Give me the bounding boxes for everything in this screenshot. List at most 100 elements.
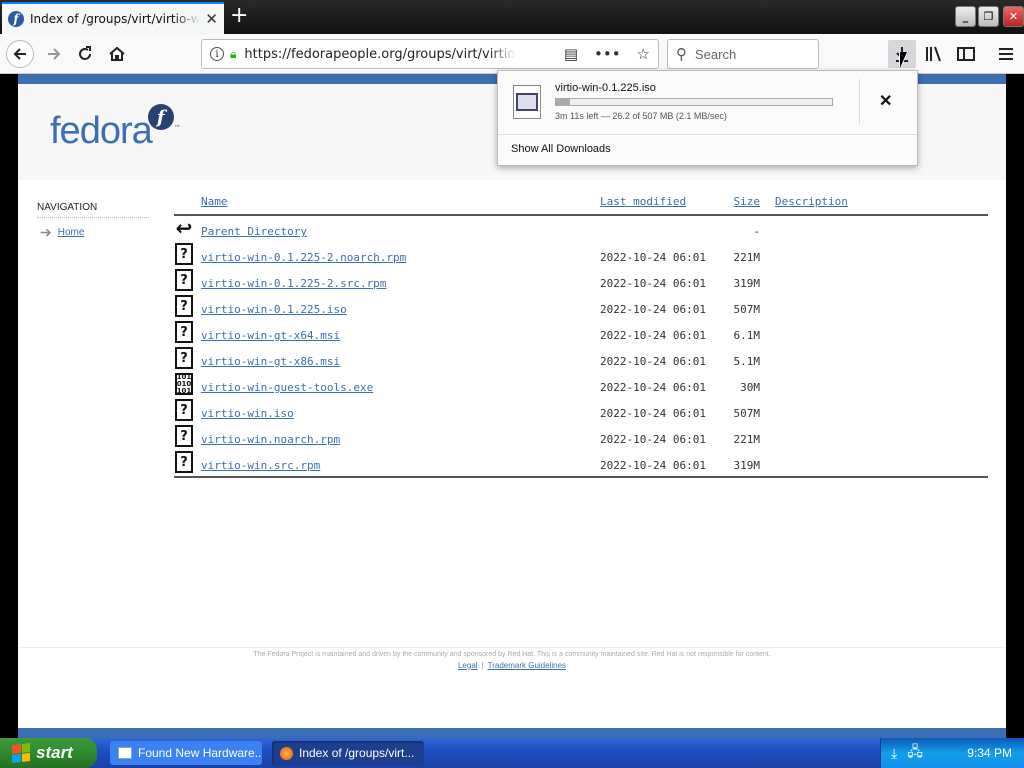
file-modified: 2022-10-24 06:01 bbox=[600, 277, 706, 290]
parent-directory-icon: ↩ bbox=[175, 216, 193, 240]
url-bar[interactable]: i 🔒︎ https://fedorapeople.org/groups/vir… bbox=[201, 39, 659, 69]
listing-header-row: Name Last modified Size Description bbox=[174, 188, 988, 216]
file-link[interactable]: virtio-win-0.1.225.iso bbox=[201, 303, 347, 316]
legal-link[interactable]: Legal bbox=[458, 661, 478, 670]
mouse-cursor-icon bbox=[900, 52, 914, 68]
restore-button[interactable]: ❐ bbox=[978, 6, 999, 27]
unknown-file-icon: ? bbox=[175, 295, 193, 317]
minimize-button[interactable]: _ bbox=[955, 6, 976, 27]
fedora-logo[interactable]: fedora f ™ bbox=[50, 104, 181, 153]
taskbar-item-label: Index of /groups/virt... bbox=[299, 746, 415, 760]
tray-network-icon[interactable]: 🖧︎ bbox=[907, 741, 923, 765]
file-size: 5.1M bbox=[733, 355, 761, 368]
url-actions: ▤ ••• ☆ bbox=[564, 45, 658, 63]
show-all-downloads-button[interactable]: Show All Downloads bbox=[511, 143, 611, 155]
file-modified: 2022-10-24 06:01 bbox=[600, 251, 706, 264]
download-file-name: virtio-win-0.1.225.iso bbox=[555, 82, 656, 94]
home-button[interactable] bbox=[103, 40, 131, 68]
unknown-file-icon: ? bbox=[175, 347, 193, 369]
parent-directory-link[interactable]: Parent Directory bbox=[201, 225, 307, 238]
file-row: ? virtio-win-gt-x86.msi 2022-10-24 06:01 5.… bbox=[174, 346, 988, 372]
parent-directory-row: ↩ Parent Directory - bbox=[174, 216, 988, 242]
taskbar-item-found-new-hardware[interactable]: Found New Hardware... bbox=[110, 741, 262, 765]
file-row: ? virtio-win-0.1.225-2.noarch.rpm 2022-10-… bbox=[174, 242, 988, 268]
windows-taskbar: start Found New Hardware... Index of /gr… bbox=[0, 738, 1024, 768]
home-link[interactable]: Home bbox=[58, 227, 85, 238]
reader-view-icon[interactable]: ▤ bbox=[564, 45, 578, 63]
browser-tab-active[interactable]: f Index of /groups/virt/virtio-win/direc… bbox=[2, 2, 224, 34]
trademark-guidelines-link[interactable]: Trademark Guidelines bbox=[488, 661, 566, 670]
footer-separator: | bbox=[481, 661, 484, 670]
download-item[interactable]: virtio-win-0.1.225.iso 3m 11s left — 26.… bbox=[498, 71, 917, 135]
file-modified: 2022-10-24 06:01 bbox=[600, 355, 706, 368]
bookmark-star-icon[interactable]: ☆ bbox=[637, 45, 650, 63]
page-viewport: fedora f ™ NAVIGATION ➔ Home Name Last m… bbox=[0, 74, 1024, 738]
taskbar-item-browser[interactable]: Index of /groups/virt... bbox=[272, 741, 424, 765]
new-tab-button[interactable]: + bbox=[230, 4, 248, 28]
download-progress-bar bbox=[555, 98, 833, 106]
start-button[interactable]: start bbox=[0, 738, 97, 768]
unknown-file-icon: ? bbox=[175, 425, 193, 447]
file-row: ? virtio-win-gt-x64.msi 2022-10-24 06:01 6.… bbox=[174, 320, 988, 346]
navigation-toolbar: i 🔒︎ https://fedorapeople.org/groups/vir… bbox=[0, 34, 1024, 74]
tray-download-icon[interactable]: ⤓ bbox=[891, 745, 897, 762]
file-listing-table: Name Last modified Size Description ↩ Pa… bbox=[174, 188, 988, 478]
unknown-file-icon: ? bbox=[175, 269, 193, 291]
file-size: 6.1M bbox=[733, 329, 761, 342]
sort-by-size-link[interactable]: Size bbox=[700, 195, 761, 208]
reload-button[interactable] bbox=[71, 40, 99, 68]
browser-titlebar: f Index of /groups/virt/virtio-win/direc… bbox=[0, 0, 1024, 34]
file-link[interactable]: virtio-win-gt-x86.msi bbox=[201, 355, 340, 368]
system-tray: ⤓ 🖧︎ 9:34 PM bbox=[880, 738, 1024, 768]
search-input[interactable] bbox=[695, 46, 805, 62]
hamburger-menu-icon bbox=[999, 48, 1013, 60]
trademark-symbol: ™ bbox=[173, 124, 181, 132]
sidebar-navigation: NAVIGATION ➔ Home bbox=[37, 202, 149, 241]
file-size: 507M bbox=[733, 303, 761, 316]
tab-close-icon[interactable]: ✕ bbox=[205, 10, 218, 28]
file-link[interactable]: virtio-win.noarch.rpm bbox=[201, 433, 340, 446]
file-row: ? virtio-win-0.1.225.iso 2022-10-24 06:01 5… bbox=[174, 294, 988, 320]
lock-icon[interactable]: 🔒︎ bbox=[230, 47, 236, 62]
file-size: 507M bbox=[733, 407, 761, 420]
file-link[interactable]: virtio-win-0.1.225-2.src.rpm bbox=[201, 277, 386, 290]
file-link[interactable]: virtio-win.src.rpm bbox=[201, 459, 320, 472]
sidebar-item-home[interactable]: ➔ Home bbox=[37, 224, 149, 241]
unknown-file-icon: ? bbox=[175, 451, 193, 473]
file-link[interactable]: virtio-win-gt-x64.msi bbox=[201, 329, 340, 342]
fedora-logo-text: fedora bbox=[50, 110, 153, 152]
file-link[interactable]: virtio-win-guest-tools.exe bbox=[201, 381, 373, 394]
windows-logo-icon bbox=[12, 743, 30, 763]
library-button[interactable] bbox=[920, 40, 948, 68]
window-icon bbox=[118, 747, 132, 759]
search-icon: ⚲ bbox=[676, 45, 687, 63]
sort-by-description-link[interactable]: Description bbox=[775, 195, 848, 208]
cancel-download-icon[interactable]: ✕ bbox=[879, 91, 892, 111]
file-size: 221M bbox=[733, 251, 761, 264]
hamburger-menu-button[interactable] bbox=[992, 40, 1020, 68]
file-modified: 2022-10-24 06:01 bbox=[600, 433, 706, 446]
file-size: 221M bbox=[733, 433, 761, 446]
window-close-button[interactable]: ✕ bbox=[1003, 6, 1024, 27]
unknown-file-icon: ? bbox=[175, 243, 193, 265]
fedora-favicon-icon: f bbox=[8, 11, 24, 27]
forward-button[interactable] bbox=[40, 40, 68, 68]
sort-by-modified-link[interactable]: Last modified bbox=[600, 195, 686, 208]
file-link[interactable]: virtio-win-0.1.225-2.noarch.rpm bbox=[201, 251, 406, 264]
page-actions-icon[interactable]: ••• bbox=[594, 45, 621, 63]
bottom-blue-stripe bbox=[18, 728, 1006, 738]
search-bar[interactable]: ⚲ bbox=[667, 39, 819, 69]
firefox-icon bbox=[280, 746, 293, 760]
file-row: ? virtio-win.iso 2022-10-24 06:01 507M bbox=[174, 398, 988, 424]
right-arrow-icon: ➔ bbox=[40, 224, 52, 240]
file-row: ? virtio-win-0.1.225-2.src.rpm 2022-10-24 … bbox=[174, 268, 988, 294]
file-size: 30M bbox=[740, 381, 760, 394]
sort-by-name-link[interactable]: Name bbox=[201, 195, 228, 208]
file-link[interactable]: virtio-win.iso bbox=[201, 407, 294, 420]
fedora-infinity-icon: f bbox=[147, 104, 174, 130]
sidebar-button[interactable] bbox=[952, 40, 980, 68]
url-text[interactable]: https://fedorapeople.org/groups/virt/vir… bbox=[244, 47, 516, 62]
forward-arrow-icon bbox=[48, 48, 61, 60]
back-button[interactable] bbox=[6, 40, 34, 68]
site-info-icon[interactable]: i bbox=[210, 47, 224, 61]
